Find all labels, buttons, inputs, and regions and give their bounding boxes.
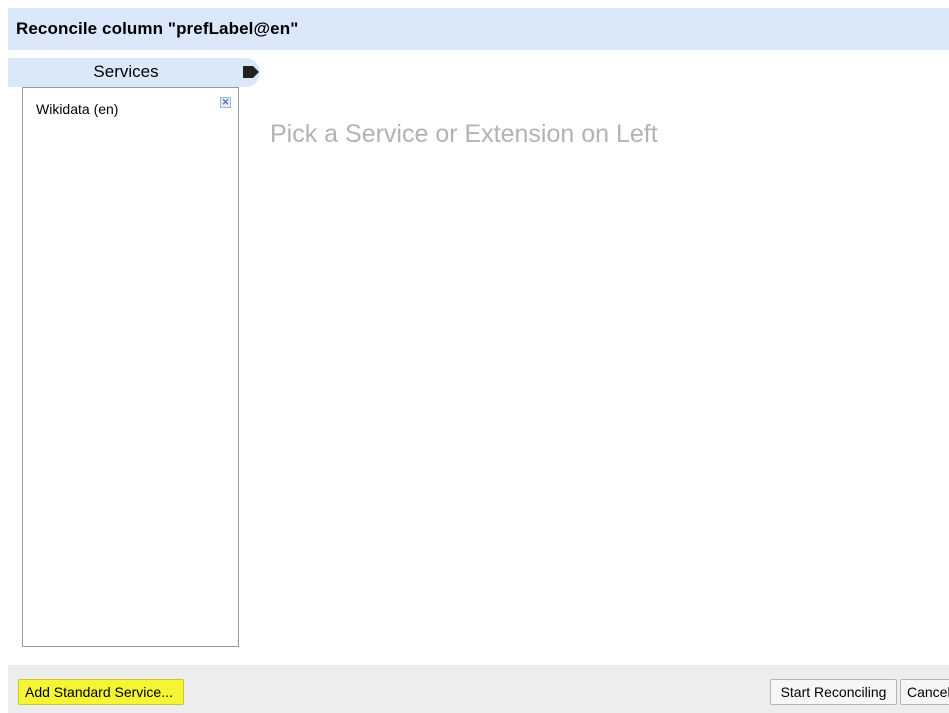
service-item-label[interactable]: Wikidata (en) <box>36 101 118 117</box>
service-item-wikidata[interactable]: Wikidata (en) ✕ <box>23 88 238 117</box>
tag-icon <box>243 66 259 78</box>
services-header: Services <box>8 58 260 87</box>
services-list: Wikidata (en) ✕ <box>22 87 239 647</box>
services-title: Services <box>93 62 159 81</box>
dialog-footer: Add Standard Service... Start Reconcilin… <box>8 665 949 713</box>
add-standard-service-button[interactable]: Add Standard Service... <box>18 679 184 705</box>
service-placeholder-text: Pick a Service or Extension on Left <box>270 120 658 148</box>
reconcile-dialog: Reconcile column "prefLabel@en" Services… <box>0 0 949 713</box>
dialog-title: Reconcile column "prefLabel@en" <box>16 19 299 38</box>
dialog-header: Reconcile column "prefLabel@en" <box>8 8 949 50</box>
close-icon[interactable]: ✕ <box>220 97 231 108</box>
cancel-button[interactable]: Cancel <box>900 679 949 705</box>
start-reconciling-button[interactable]: Start Reconciling <box>770 679 897 705</box>
